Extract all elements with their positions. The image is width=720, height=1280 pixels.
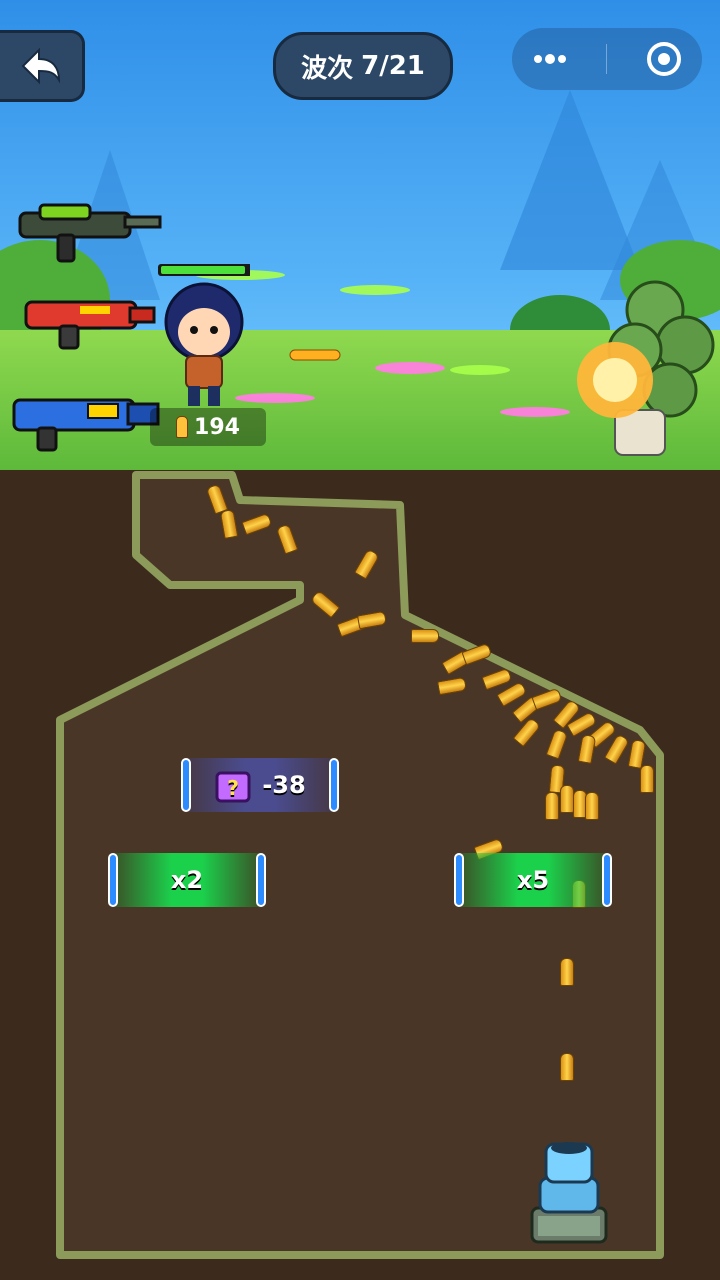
gate-multiply-2: x2 [108, 853, 266, 907]
more-dots-icon[interactable] [530, 49, 570, 69]
gate-label: -38 [262, 771, 306, 799]
wave-label: 波次 [301, 53, 354, 84]
bullet-cannon[interactable] [524, 1138, 614, 1248]
wave-indicator: 波次 7/21 [273, 32, 453, 100]
mini-program-capsule [512, 28, 702, 90]
ammo-counter: 194 [150, 408, 266, 446]
gate-label: x5 [516, 866, 550, 894]
gate-label: x2 [170, 866, 204, 894]
target-circle-icon[interactable] [644, 39, 684, 79]
ammo-count: 194 [194, 414, 240, 440]
mystery-box-icon: ? [215, 771, 251, 803]
bullet-icon [176, 416, 189, 438]
blue-launcher-icon [12, 398, 160, 452]
enemy-horde [577, 280, 715, 456]
wave-value: 7/21 [361, 51, 425, 81]
hero-health-bar [161, 266, 245, 274]
red-rifle-icon [24, 300, 156, 350]
gate-multiply-5: x5 [454, 853, 612, 907]
svg-text:?: ? [228, 776, 240, 800]
back-arrow-icon [21, 47, 61, 85]
green-blaster-icon [18, 203, 162, 263]
gate-mystery-minus: ? -38 [181, 758, 339, 812]
hero-character [158, 264, 250, 406]
back-button[interactable] [0, 30, 85, 102]
